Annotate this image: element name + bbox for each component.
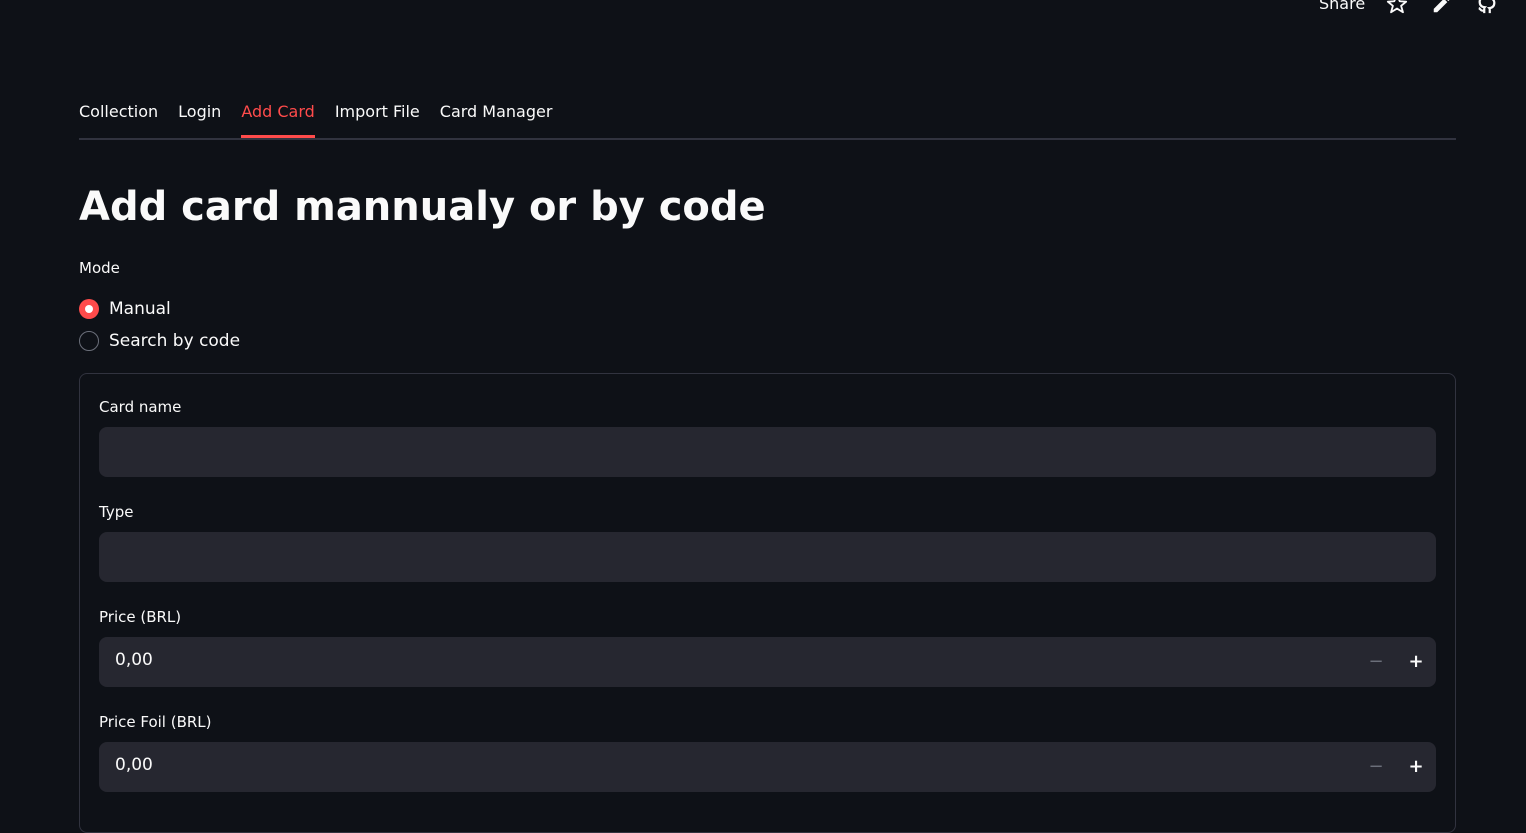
- page-title: Add card mannualy or by code: [79, 184, 766, 230]
- add-card-form: Card name Type Price (BRL) 0,00 − + Pric…: [79, 373, 1456, 833]
- type-label: Type: [99, 503, 134, 521]
- tab-collection[interactable]: Collection: [79, 98, 158, 134]
- tab-login[interactable]: Login: [178, 98, 221, 134]
- price-foil-increment-button[interactable]: +: [1404, 755, 1428, 779]
- tab-card-manager[interactable]: Card Manager: [440, 98, 553, 134]
- price-value: 0,00: [115, 650, 153, 670]
- price-foil-input[interactable]: 0,00 − +: [99, 742, 1436, 792]
- mode-label: Mode: [79, 259, 120, 277]
- github-icon[interactable]: [1476, 0, 1498, 15]
- radio-option-search-by-code[interactable]: Search by code: [79, 325, 240, 357]
- mode-radio-group: Manual Search by code: [79, 293, 240, 357]
- pencil-icon[interactable]: [1431, 0, 1453, 15]
- price-foil-label: Price Foil (BRL): [99, 713, 212, 731]
- price-decrement-button[interactable]: −: [1364, 650, 1388, 674]
- tab-import-file[interactable]: Import File: [335, 98, 420, 134]
- radio-unchecked-icon[interactable]: [79, 331, 99, 351]
- price-foil-decrement-button[interactable]: −: [1364, 755, 1388, 779]
- price-label: Price (BRL): [99, 608, 182, 626]
- price-increment-button[interactable]: +: [1404, 650, 1428, 674]
- star-icon[interactable]: [1386, 0, 1408, 15]
- card-name-input[interactable]: [99, 427, 1436, 477]
- tab-bar: Collection Login Add Card Import File Ca…: [79, 98, 1456, 140]
- radio-label-search-by-code: Search by code: [109, 331, 241, 351]
- radio-option-manual[interactable]: Manual: [79, 293, 240, 325]
- price-input[interactable]: 0,00 − +: [99, 637, 1436, 687]
- radio-checked-icon[interactable]: [79, 299, 99, 319]
- type-input[interactable]: [99, 532, 1436, 582]
- tab-add-card[interactable]: Add Card: [241, 98, 315, 138]
- share-button[interactable]: Share: [1319, 0, 1365, 13]
- price-foil-value: 0,00: [115, 755, 153, 775]
- card-name-label: Card name: [99, 398, 182, 416]
- radio-label-manual: Manual: [109, 299, 171, 319]
